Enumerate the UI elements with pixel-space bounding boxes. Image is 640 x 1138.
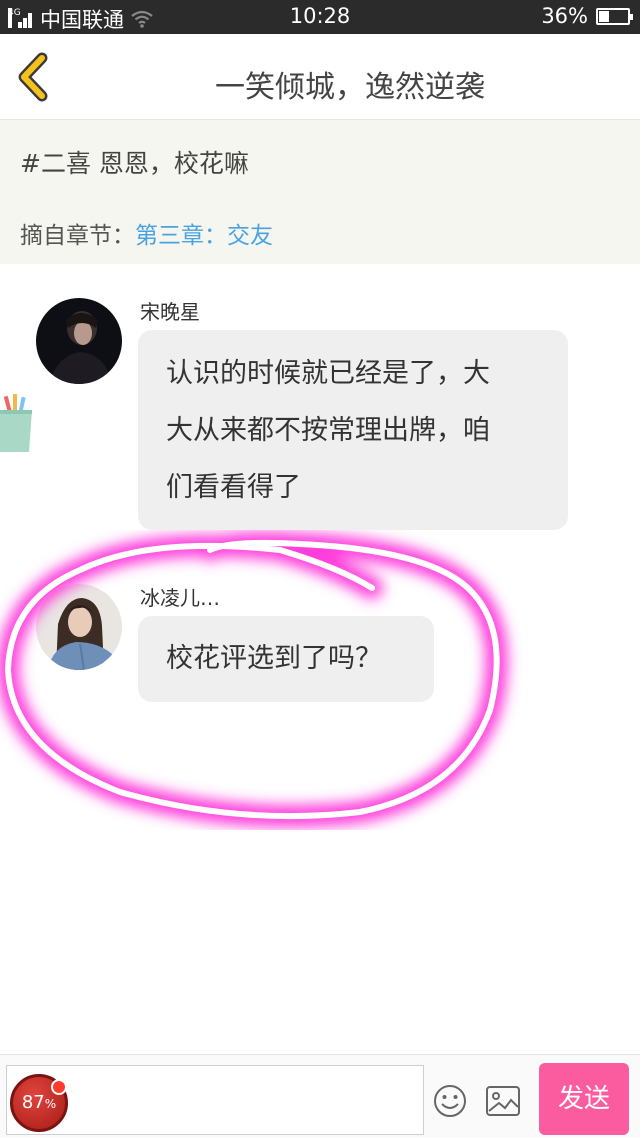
badge-unit: % — [44, 1097, 57, 1111]
page-title: 一笑倾城，逸然逆袭 — [215, 70, 485, 105]
chapter-source: 摘自章节：第三章：交友 — [20, 216, 273, 250]
message-bubble[interactable]: 认识的时候就已经是了，大 大从来都不按常理出牌，咱 们看看得了 — [138, 330, 568, 530]
battery-fill — [599, 10, 610, 22]
message-line: 大从来都不按常理出牌，咱 — [166, 415, 490, 446]
floating-progress-badge[interactable]: 87% — [10, 1074, 68, 1132]
chapter-link[interactable]: 第三章：交友 — [135, 223, 273, 249]
pencil-cup-icon — [0, 394, 32, 452]
battery-icon — [596, 7, 633, 25]
message-line: 校花评选到了吗？ — [166, 643, 382, 674]
comment-input[interactable] — [6, 1065, 424, 1135]
badge-value: 87 — [21, 1092, 45, 1113]
avatar[interactable] — [36, 298, 122, 384]
input-bar: 发送 — [0, 1054, 640, 1138]
message-line: 们看看得了 — [166, 472, 301, 503]
avatar-image — [36, 298, 122, 384]
avatar-image — [36, 584, 122, 670]
smiley-icon — [434, 1085, 466, 1117]
battery-percent: 36% — [541, 4, 588, 28]
emoji-button[interactable] — [432, 1083, 468, 1119]
quote-block: #二喜 恩恩，校花嘛 摘自章节：第三章：交友 — [0, 120, 640, 264]
nav-bar: 一笑倾城，逸然逆袭 — [0, 34, 640, 120]
quote-text: #二喜 恩恩，校花嘛 — [20, 149, 249, 178]
message-line: 认识的时候就已经是了，大 — [166, 358, 490, 389]
send-button[interactable]: 发送 — [539, 1063, 629, 1135]
sender-name: 冰凌儿… — [140, 586, 220, 610]
status-bar: 4G 中国联通 10:28 36% — [0, 0, 640, 34]
image-button[interactable] — [485, 1085, 521, 1117]
message-bubble[interactable]: 校花评选到了吗？ — [138, 616, 434, 702]
image-icon — [486, 1086, 520, 1116]
avatar[interactable] — [36, 584, 122, 670]
sender-name: 宋晚星 — [140, 300, 200, 324]
chapter-label: 摘自章节： — [20, 223, 135, 249]
status-right: 36% — [541, 4, 633, 28]
